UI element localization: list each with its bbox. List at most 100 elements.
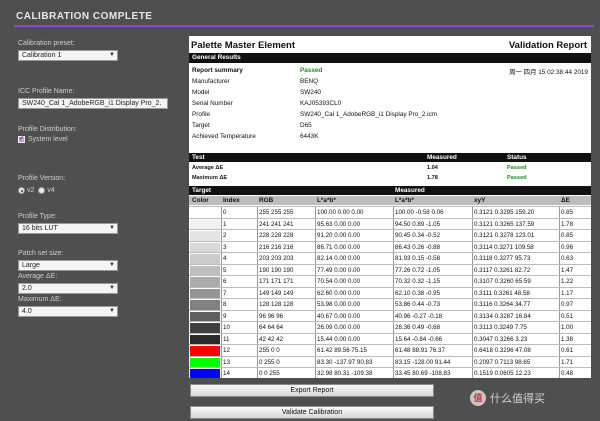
cell-rgb: 216 216 216 [259, 243, 294, 251]
temperature-row: Achieved Temperature 6443K [192, 131, 588, 142]
patch-row: 12 255 0 0 61.42 89.56 75.15 61.48 88.91 76… [189, 344, 591, 357]
preset-value: Calibration 1 [22, 52, 62, 59]
patch-row: 7 149 149 149 62.60 0.00 0.00 62.10 0.38 -0… [189, 286, 591, 300]
patch-row: 1 241 241 241 95.63 0.00 0.00 94.50 0.89 -1… [189, 217, 591, 231]
cell-lab-m: 15.64 -0.84 -0.66 [395, 335, 443, 343]
radio-v4[interactable] [38, 187, 46, 194]
cell-rgb: 64 64 64 [259, 324, 284, 331]
watermark-text: 什么值得买 [490, 393, 545, 405]
chevron-down-icon: ▼ [109, 285, 115, 291]
cell-lab-m: 62.10 0.38 -0.95 [395, 289, 441, 297]
color-swatch [190, 311, 220, 322]
cell-de: 0.97 [561, 301, 574, 308]
cell-lab-t: 70.54 0.00 0.00 [317, 278, 361, 285]
patch-column-header: Color Index RGB L*a*b* L*a*b* xyY ΔE [189, 196, 591, 205]
patch-row: 5 190 190 190 77.49 0.00 0.00 77.26 0.72 -1… [189, 263, 591, 277]
color-swatch [190, 254, 220, 264]
temperature-value: 6443K [300, 133, 319, 140]
profile-label: Profile [192, 111, 211, 118]
settings-sidebar: Calibration preset: Calibration 1 ▼ ICC … [0, 28, 180, 421]
cell-lab-t: 77.49 0.00 0.00 [317, 266, 361, 274]
cell-xyy: 0.3117 0.3261 82.72 [474, 266, 531, 274]
target-lab-col: L*a*b* [317, 197, 336, 204]
target-group-header: Target [192, 187, 212, 194]
cell-lab-t: 61.42 89.56 75.15 [317, 347, 367, 354]
avg-de-select[interactable]: 2.0 ▼ [18, 283, 118, 294]
cell-index: 6 [223, 278, 227, 285]
color-swatch [190, 323, 220, 333]
chevron-down-icon: ▼ [109, 262, 115, 268]
cell-xyy: 0.3114 0.3271 109.58 [474, 243, 534, 251]
cell-index: 3 [223, 243, 227, 251]
cell-index: 11 [223, 335, 230, 343]
patch-row: 2 228 228 228 91.20 0.00 0.00 90.45 0.34 -0… [189, 229, 591, 242]
serial-label: Serial Number [192, 100, 233, 107]
chevron-down-icon: ▼ [109, 225, 115, 231]
validate-calibration-button[interactable]: Validate Calibration [190, 406, 434, 419]
report-title: Validation Report [508, 40, 587, 51]
patch-select[interactable]: Large ▼ [18, 260, 118, 271]
cell-index: 4 [223, 255, 227, 262]
manufacturer-row: Manufacturer BENQ [192, 76, 588, 87]
radio-v2[interactable] [18, 187, 25, 194]
color-swatch [190, 208, 220, 218]
patch-row: 0 255 255 255 100.00 0.00 0.00 100.00 -0.58… [189, 206, 591, 219]
target-label: Target [192, 122, 210, 129]
cell-lab-m: 100.00 -0.58 0.06 [395, 209, 444, 216]
preset-select[interactable]: Calibration 1 ▼ [18, 50, 118, 61]
cell-de: 1.47 [561, 266, 574, 274]
cell-rgb: 96 96 96 [259, 312, 284, 320]
test-row: Maximum ΔE 1.78 Passed [189, 173, 591, 182]
test-measured: 1.78 [427, 175, 438, 181]
cell-de: 0.85 [561, 209, 574, 216]
delta-e-col: ΔE [561, 197, 570, 204]
measured-lab-col: L*a*b* [395, 197, 414, 204]
cell-de: 1.22 [561, 278, 574, 285]
test-status: Passed [507, 165, 527, 171]
cell-index: 0 [223, 209, 227, 216]
cell-de: 1.71 [561, 358, 574, 366]
test-col-header: Test [192, 154, 205, 161]
cell-rgb: 171 171 171 [259, 278, 294, 285]
avg-de-value: 2.0 [22, 285, 32, 292]
test-header: Test Measured Status [189, 153, 591, 162]
test-row: Average ΔE 1.04 Passed [189, 163, 591, 172]
cell-lab-m: 94.50 0.89 -1.05 [395, 220, 441, 228]
patch-row: 9 96 96 96 40.67 0.00 0.00 40.96 -0.27 -0.1… [189, 309, 591, 323]
system-level-label: System level [28, 136, 68, 143]
export-report-button[interactable]: Export Report [190, 384, 434, 397]
validation-report[interactable]: Palette Master Element Validation Report… [189, 36, 591, 378]
index-col: Index [223, 197, 240, 204]
max-de-select[interactable]: 4.0 ▼ [18, 306, 118, 317]
patch-row: 6 171 171 171 70.54 0.00 0.00 70.32 0.32 -1… [189, 275, 591, 288]
cell-lab-t: 53.98 0.00 0.00 [317, 301, 361, 308]
system-level-checkbox[interactable]: ✓ System level [18, 136, 68, 143]
radio-v2-label: v2 [27, 187, 35, 194]
cell-rgb: 190 190 190 [259, 266, 294, 274]
cell-de: 1.00 [561, 324, 574, 331]
measured-group-header: Measured [395, 187, 425, 194]
version-radio-group: v2 v4 [18, 187, 55, 194]
avg-de-label: Average ΔE: [18, 273, 58, 280]
cell-lab-t: 91.20 0.00 0.00 [317, 232, 361, 239]
cell-xyy: 0.3121 0.3278 123.01 [474, 232, 535, 239]
cell-xyy: 0.1519 0.0605 12.23 [474, 370, 531, 377]
chevron-down-icon: ▼ [109, 52, 115, 58]
color-swatch [190, 219, 220, 230]
radio-v4-label: v4 [47, 187, 55, 194]
manufacturer-value: BENQ [300, 78, 319, 85]
serial-row: Serial Number KAJ05393CL0 [192, 98, 588, 109]
cell-de: 0.96 [561, 243, 574, 251]
cell-xyy: 0.3113 0.3249 7.75 [474, 324, 527, 331]
cell-index: 1 [223, 220, 227, 228]
profile-type-select[interactable]: 16 bits LUT ▼ [18, 223, 118, 234]
cell-lab-t: 26.09 0.00 0.00 [317, 324, 361, 331]
patch-row: 11 42 42 42 15.44 0.00 0.00 15.64 -0.84 -0.… [189, 332, 591, 346]
test-status: Passed [507, 175, 527, 181]
cell-xyy: 0.3107 0.3260 65.59 [474, 278, 531, 285]
target-value: D65 [300, 122, 312, 129]
cell-de: 0.63 [561, 255, 574, 262]
icc-name-field[interactable]: SW240_Cal 1_AdobeRGB_i1 Display Pro_2. [18, 98, 168, 109]
patch-group-header: Target Measured [189, 186, 591, 195]
cell-index: 14 [223, 370, 230, 377]
